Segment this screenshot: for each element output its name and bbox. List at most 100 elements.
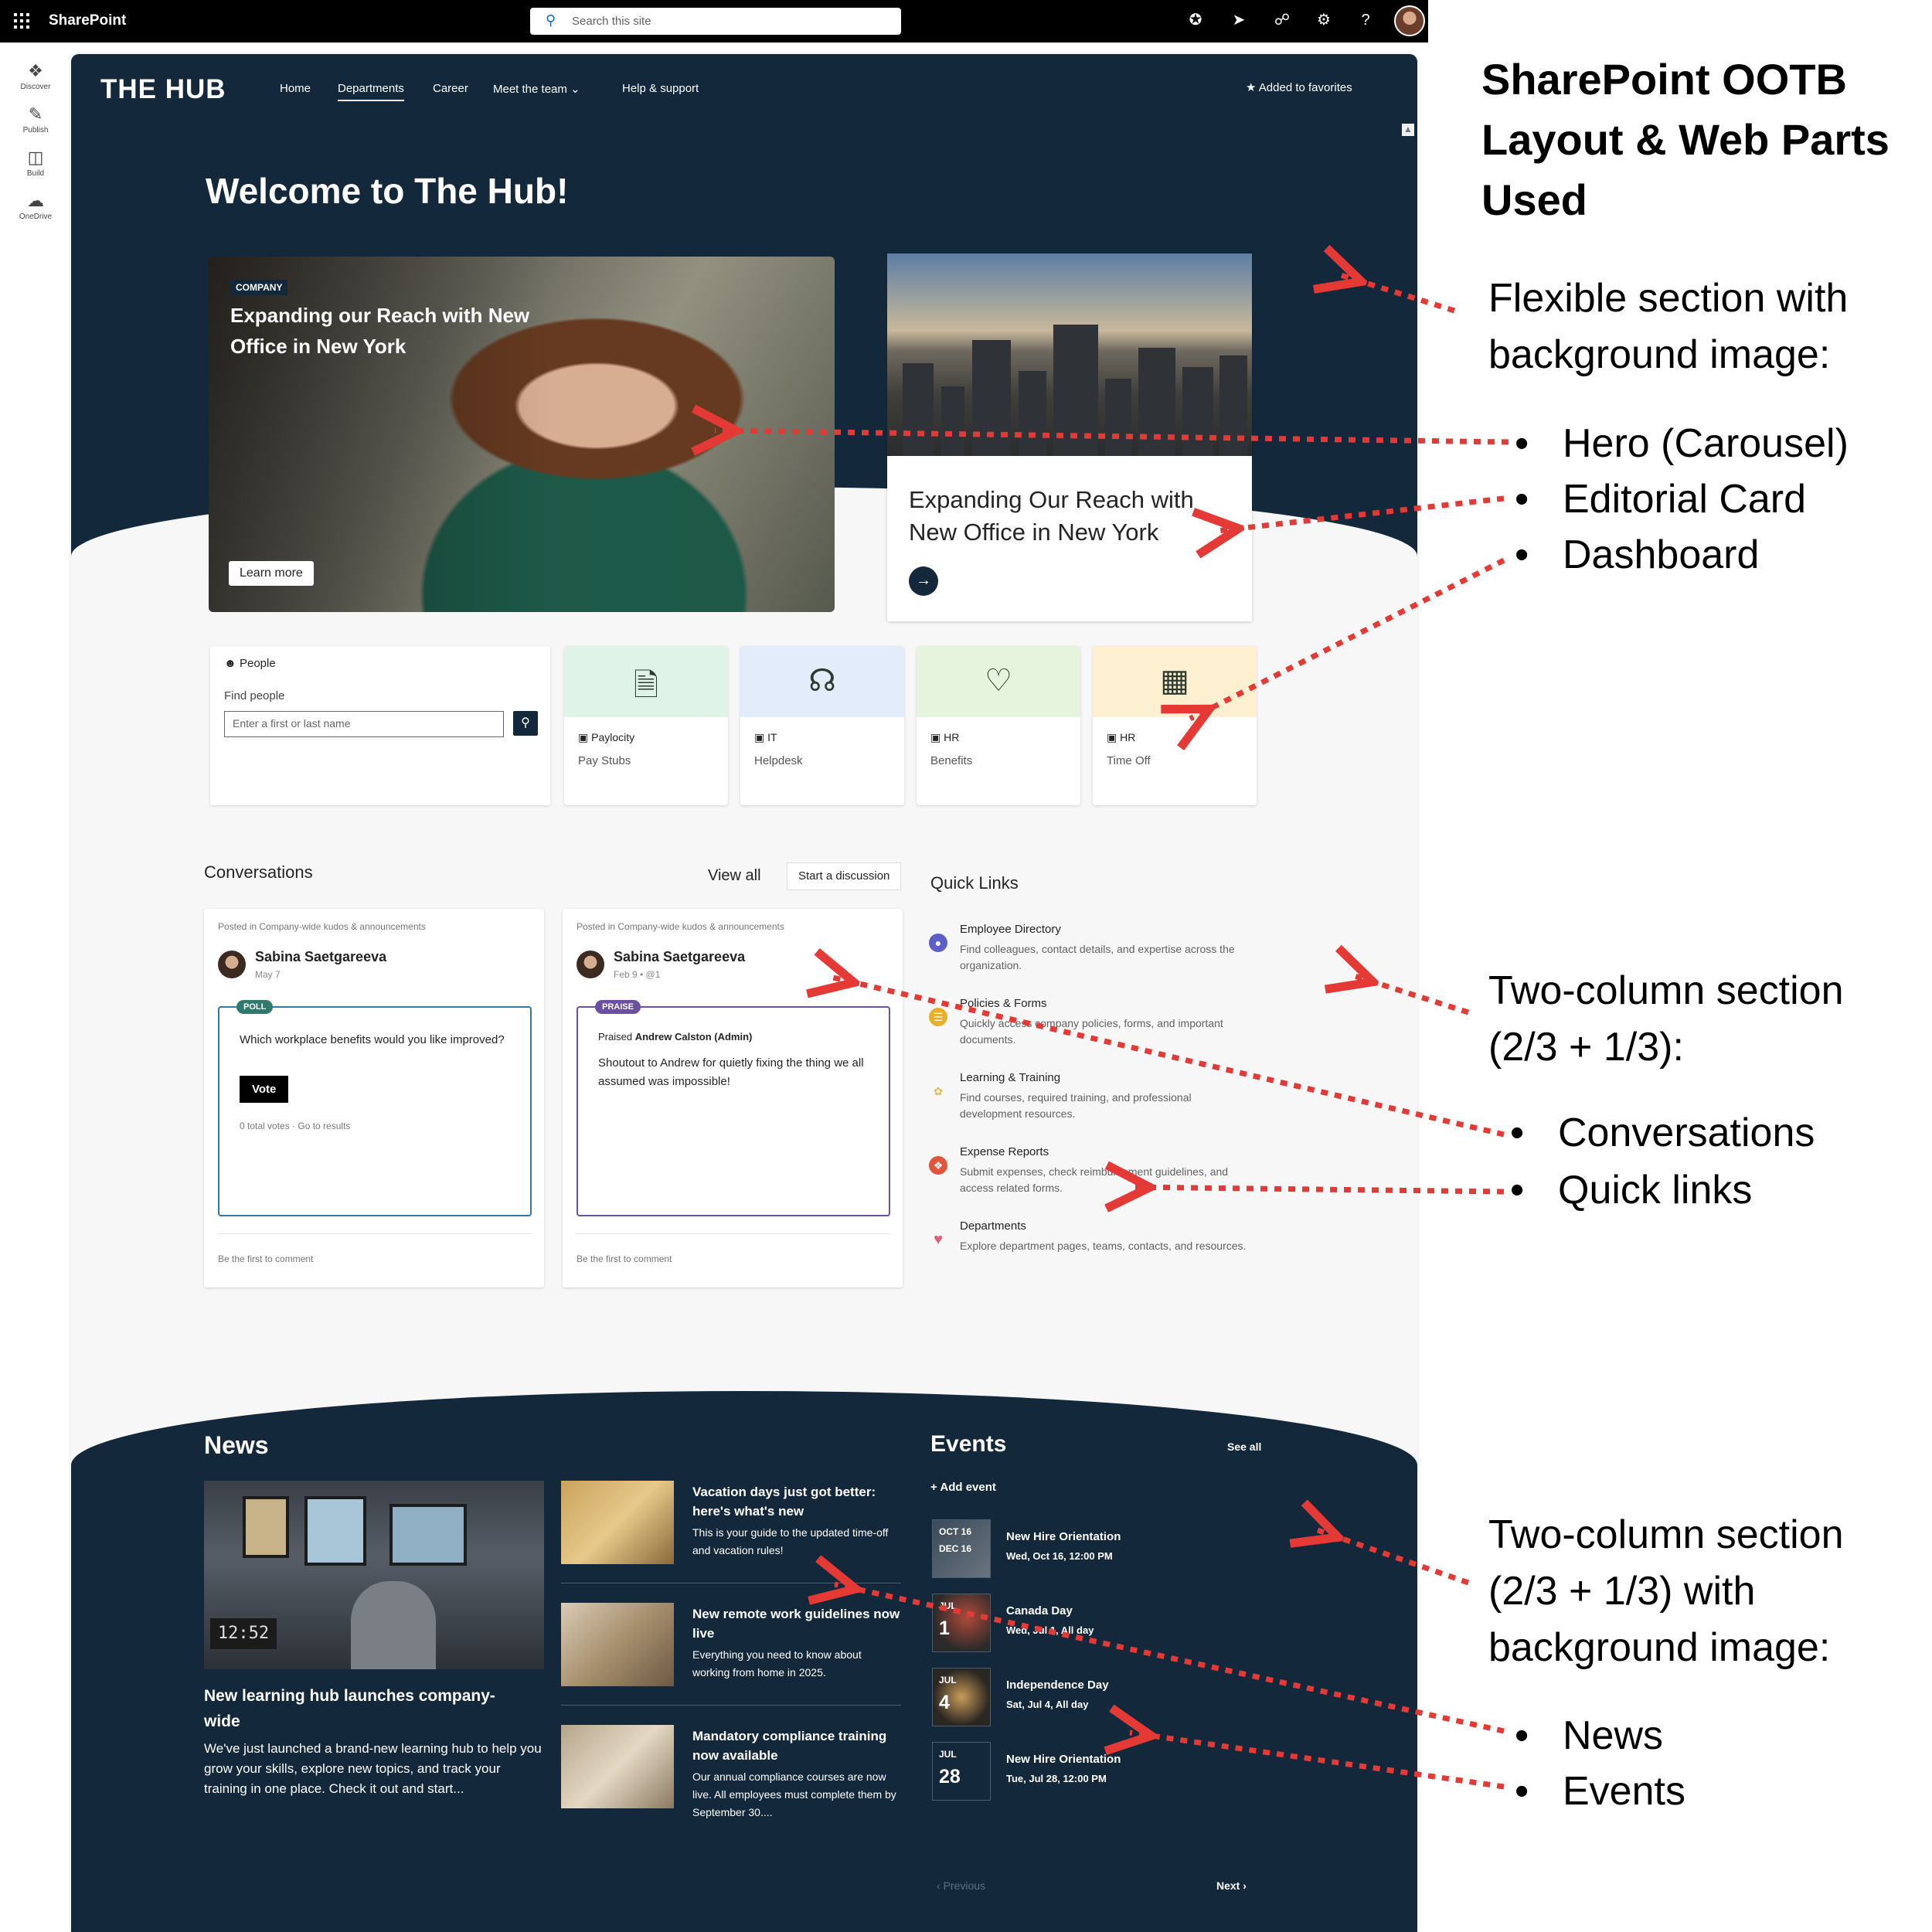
pen-icon: ✎ <box>28 104 43 124</box>
scroll-up-arrow[interactable]: ▲ <box>1402 124 1414 136</box>
heart-icon: ♥ <box>934 1231 943 1248</box>
tile-source: ▣ HR <box>930 731 959 744</box>
wall-frame <box>243 1496 289 1558</box>
author-name[interactable]: Sabina Saetgareeva <box>255 949 386 965</box>
event-date-tile: JUL 1 <box>932 1594 991 1652</box>
next-label: Next <box>1216 1879 1240 1892</box>
news-main-image[interactable]: 12:52 <box>204 1481 544 1669</box>
avatar[interactable] <box>218 951 246 978</box>
praise-message: Shoutout to Andrew for quietly fixing th… <box>598 1056 864 1088</box>
nav-career[interactable]: Career <box>433 82 468 95</box>
tile-benefits[interactable]: ♡ ▣ HR Benefits <box>917 646 1080 805</box>
chevron-down-icon: ⌄ <box>570 83 580 96</box>
lifebuoy-icon: ❖ <box>929 1156 947 1175</box>
event-name: New Hire Orientation <box>1006 1753 1121 1766</box>
event-day: DEC 16 <box>939 1543 972 1554</box>
learn-more-button[interactable]: Learn more <box>229 561 314 586</box>
people-header-label: People <box>239 657 276 670</box>
divider <box>561 1705 901 1706</box>
posted-in-label: Posted in Company-wide kudos & announcem… <box>577 921 784 932</box>
rail-label: Publish <box>22 126 49 134</box>
vote-button[interactable]: Vote <box>240 1076 289 1103</box>
event-month: JUL <box>939 1749 957 1760</box>
see-all-link[interactable]: See all <box>1227 1440 1261 1453</box>
nav-label: Meet the team <box>493 83 567 96</box>
author-name[interactable]: Sabina Saetgareeva <box>614 949 745 965</box>
arrow-right-icon[interactable]: → <box>909 566 938 596</box>
favorites-button[interactable]: ★ Added to favorites <box>1246 80 1352 94</box>
chat-icon: ▣ <box>754 731 765 743</box>
tile-pay-stubs[interactable]: 🗎 ▣ Paylocity Pay Stubs <box>564 646 728 805</box>
annotation-bullet-text: Hero (Carousel) <box>1563 421 1849 466</box>
event-month: OCT 16 <box>939 1526 972 1537</box>
rail-item-onedrive[interactable]: ☁ OneDrive <box>0 191 71 221</box>
news-title: News <box>204 1431 269 1459</box>
poll-question: Which workplace benefits would you like … <box>240 1033 505 1046</box>
event-day: 28 <box>939 1766 961 1787</box>
star-icon: ★ <box>1246 81 1257 94</box>
dollar-document-icon: 🗎 <box>633 668 659 702</box>
rail-item-discover[interactable]: ❖ Discover <box>0 61 71 91</box>
megaphone-icon[interactable]: ➤ <box>1229 10 1249 30</box>
view-all-link[interactable]: View all <box>708 867 761 885</box>
news-item-title: New remote work guidelines now live <box>692 1607 900 1641</box>
next-button[interactable]: Next › <box>1216 1879 1247 1892</box>
praise-recipient: Praised Andrew Calston (Admin) <box>598 1028 869 1046</box>
poll-results-link[interactable]: 0 total votes · Go to results <box>240 1121 350 1131</box>
news-item-desc: This is your guide to the updated time-o… <box>692 1526 889 1556</box>
comment-prompt[interactable]: Be the first to comment <box>577 1253 672 1264</box>
rail-item-publish[interactable]: ✎ Publish <box>0 104 71 134</box>
previous-button[interactable]: ‹ Previous <box>937 1879 985 1892</box>
hero-carousel[interactable]: COMPANY Expanding our Reach with New Off… <box>209 257 835 612</box>
document-icon: ☰ <box>929 1008 947 1026</box>
tile-helpdesk[interactable]: ☊ ▣ IT Helpdesk <box>740 646 904 805</box>
quick-link-desc: Quickly access company policies, forms, … <box>960 1017 1223 1046</box>
tile-source-label: HR <box>944 731 960 743</box>
divider <box>577 1233 890 1234</box>
nav-departments[interactable]: Departments <box>338 82 404 101</box>
share-icon[interactable]: ☍ <box>1272 10 1292 30</box>
search-icon[interactable]: ⚲ <box>513 711 538 736</box>
editorial-card[interactable]: Expanding Our Reach with New Office in N… <box>887 253 1252 621</box>
site-search-box[interactable]: ⚲ Search this site <box>530 8 901 35</box>
news-main-title[interactable]: New learning hub launches company-wide <box>204 1683 529 1734</box>
rail-label: OneDrive <box>19 213 53 221</box>
news-thumbnail <box>561 1725 674 1808</box>
poll-box: POLL Which workplace benefits would you … <box>218 1000 532 1216</box>
add-event-button[interactable]: + Add event <box>930 1481 996 1494</box>
app-launcher-icon[interactable] <box>14 13 29 29</box>
event-day: 4 <box>939 1692 950 1713</box>
people-header: ☻ People <box>224 657 276 670</box>
app-rail: ❖ Discover ✎ Publish ◫ Build ☁ OneDrive <box>0 43 71 1932</box>
help-icon[interactable]: ? <box>1355 10 1376 30</box>
copilot-icon[interactable]: ✪ <box>1185 10 1206 30</box>
people-search-input[interactable]: Enter a first or last name <box>224 711 504 737</box>
rail-label: Discover <box>20 83 51 91</box>
nav-home[interactable]: Home <box>280 82 311 95</box>
start-discussion-button[interactable]: Start a discussion <box>787 862 902 890</box>
conversation-card-praise[interactable]: Posted in Company-wide kudos & announcem… <box>563 909 903 1287</box>
news-item-title: Mandatory compliance training now availa… <box>692 1729 887 1763</box>
tile-name: Helpdesk <box>754 754 803 767</box>
sharepoint-brand[interactable]: SharePoint <box>49 12 126 29</box>
tile-source-label: Paylocity <box>591 731 635 743</box>
conversation-card-poll[interactable]: Posted in Company-wide kudos & announcem… <box>204 909 544 1287</box>
nav-meet-the-team[interactable]: Meet the team ⌄ <box>493 82 580 96</box>
user-avatar[interactable] <box>1394 5 1425 36</box>
event-name: Independence Day <box>1006 1679 1109 1692</box>
hero-title[interactable]: Expanding our Reach with New Office in N… <box>230 300 570 362</box>
settings-icon[interactable]: ⚙ <box>1314 10 1334 30</box>
comment-prompt[interactable]: Be the first to comment <box>218 1253 313 1264</box>
avatar[interactable] <box>577 951 604 978</box>
quick-link-desc: Submit expenses, check reimbursement gui… <box>960 1165 1229 1194</box>
tile-source-label: HR <box>1120 731 1136 743</box>
site-logo[interactable]: THE HUB <box>100 74 226 105</box>
quick-link-desc: Find courses, required training, and pro… <box>960 1091 1192 1120</box>
nav-help-support[interactable]: Help & support <box>622 82 699 95</box>
quick-link-desc: Find colleagues, contact details, and ex… <box>960 943 1235 971</box>
tile-time-off[interactable]: ▦ ▣ HR Time Off <box>1093 646 1257 805</box>
event-date-tile: OCT 16 DEC 16 <box>932 1519 991 1578</box>
quick-link-desc: Explore department pages, teams, contact… <box>960 1240 1247 1252</box>
chevron-left-icon: ‹ <box>937 1879 940 1892</box>
rail-item-build[interactable]: ◫ Build <box>0 148 71 178</box>
